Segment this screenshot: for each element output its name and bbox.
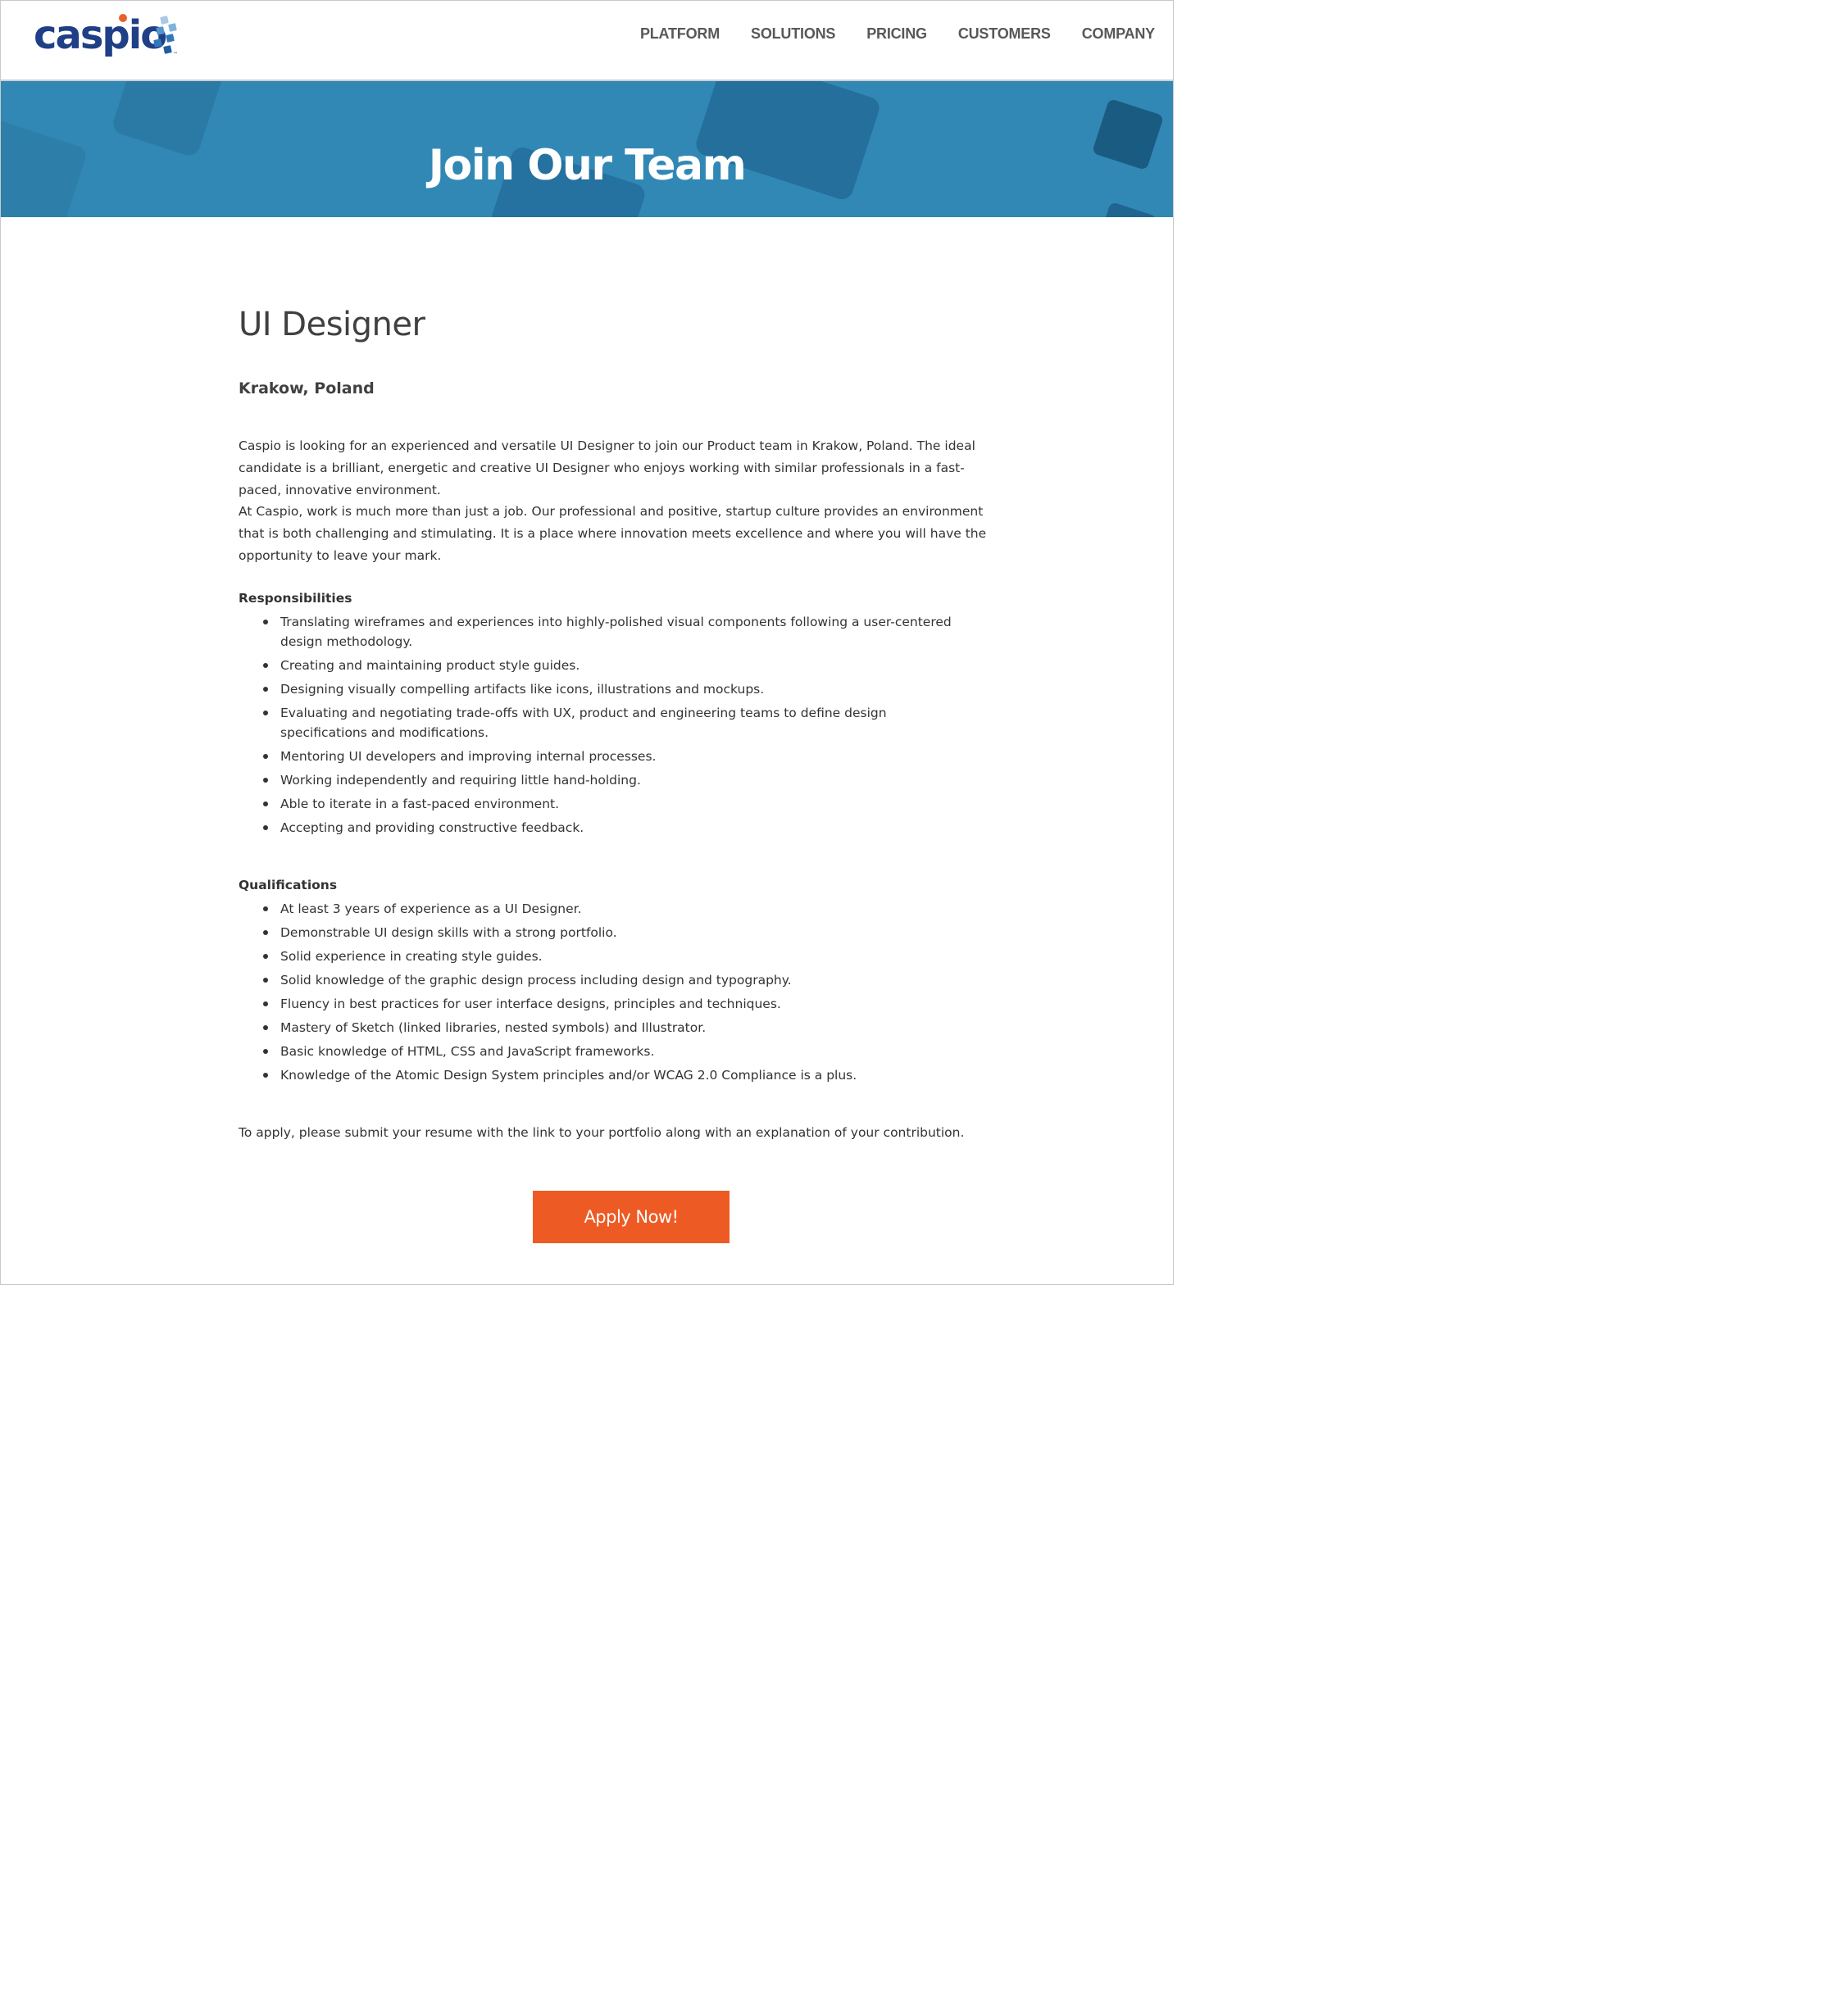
caspio-logo[interactable]: caspio ™ — [34, 12, 189, 61]
list-item: Demonstrable UI design skills with a str… — [239, 923, 960, 942]
bullet-icon — [263, 1001, 268, 1006]
responsibilities-heading: Responsibilities — [239, 591, 352, 606]
bullet-icon — [263, 663, 268, 668]
nav-solutions[interactable]: SOLUTIONS — [751, 25, 835, 43]
list-item: Solid knowledge of the graphic design pr… — [239, 970, 960, 990]
list-item: Translating wireframes and experiences i… — [239, 612, 960, 652]
bullet-icon — [263, 801, 268, 806]
nav-company[interactable]: COMPANY — [1082, 25, 1155, 43]
list-item: Working independently and requiring litt… — [239, 770, 960, 790]
list-item: Mentoring UI developers and improving in… — [239, 747, 960, 766]
main-nav: PLATFORM SOLUTIONS PRICING CUSTOMERS COM… — [609, 25, 1155, 43]
bullet-icon — [263, 978, 268, 983]
list-item: Designing visually compelling artifacts … — [239, 679, 960, 699]
job-content: UI Designer Krakow, Poland Caspio is loo… — [239, 304, 1005, 1140]
hero-banner: Join Our Team — [1, 81, 1173, 217]
logo-square — [163, 45, 172, 54]
list-item: Evaluating and negotiating trade-offs wi… — [239, 703, 960, 742]
apply-instructions: To apply, please submit your resume with… — [239, 1125, 965, 1140]
list-item: Knowledge of the Atomic Design System pr… — [239, 1065, 960, 1085]
culture-paragraph: At Caspio, work is much more than just a… — [239, 504, 987, 563]
bullet-icon — [263, 687, 268, 692]
logo-wordmark: caspio — [34, 12, 167, 58]
logo-square — [153, 39, 162, 48]
apply-now-button[interactable]: Apply Now! — [533, 1191, 730, 1243]
logo-square — [166, 34, 175, 43]
bullet-icon — [263, 620, 268, 624]
qualifications-heading: Qualifications — [239, 878, 338, 892]
bullet-icon — [263, 825, 268, 830]
logo-square — [168, 23, 177, 32]
list-item: Accepting and providing constructive fee… — [239, 818, 960, 838]
list-item: Creating and maintaining product style g… — [239, 656, 960, 675]
list-item: Able to iterate in a fast-paced environm… — [239, 794, 960, 814]
bullet-icon — [263, 906, 268, 911]
nav-platform[interactable]: PLATFORM — [640, 25, 720, 43]
bullet-icon — [263, 1073, 268, 1078]
bullet-icon — [263, 1025, 268, 1030]
bullet-icon — [263, 930, 268, 935]
trademark-symbol: ™ — [173, 52, 178, 57]
qualifications-list: At least 3 years of experience as a UI D… — [239, 899, 960, 1089]
bullet-icon — [263, 711, 268, 715]
logo-square — [156, 26, 165, 35]
bullet-icon — [263, 754, 268, 759]
list-item: Solid experience in creating style guide… — [239, 947, 960, 966]
hero-decor-square — [1098, 201, 1158, 217]
logo-dot — [119, 14, 127, 22]
intro-paragraph: Caspio is looking for an experienced and… — [239, 438, 975, 497]
logo-square — [160, 16, 169, 25]
bullet-icon — [263, 954, 268, 959]
job-location: Krakow, Poland — [239, 379, 375, 397]
hero-title: Join Our Team — [428, 140, 747, 190]
list-item: At least 3 years of experience as a UI D… — [239, 899, 960, 919]
page: caspio ™ PLATFORM SOLUTIONS PRICING CUST… — [0, 0, 1174, 1285]
bullet-icon — [263, 778, 268, 783]
list-item: Fluency in best practices for user inter… — [239, 994, 960, 1014]
job-title: UI Designer — [239, 306, 425, 343]
site-header: caspio ™ PLATFORM SOLUTIONS PRICING CUST… — [1, 1, 1173, 81]
nav-customers[interactable]: CUSTOMERS — [958, 25, 1051, 43]
responsibilities-list: Translating wireframes and experiences i… — [239, 612, 960, 842]
nav-pricing[interactable]: PRICING — [866, 25, 927, 43]
list-item: Basic knowledge of HTML, CSS and JavaScr… — [239, 1042, 960, 1061]
bullet-icon — [263, 1049, 268, 1054]
list-item: Mastery of Sketch (linked libraries, nes… — [239, 1018, 960, 1038]
